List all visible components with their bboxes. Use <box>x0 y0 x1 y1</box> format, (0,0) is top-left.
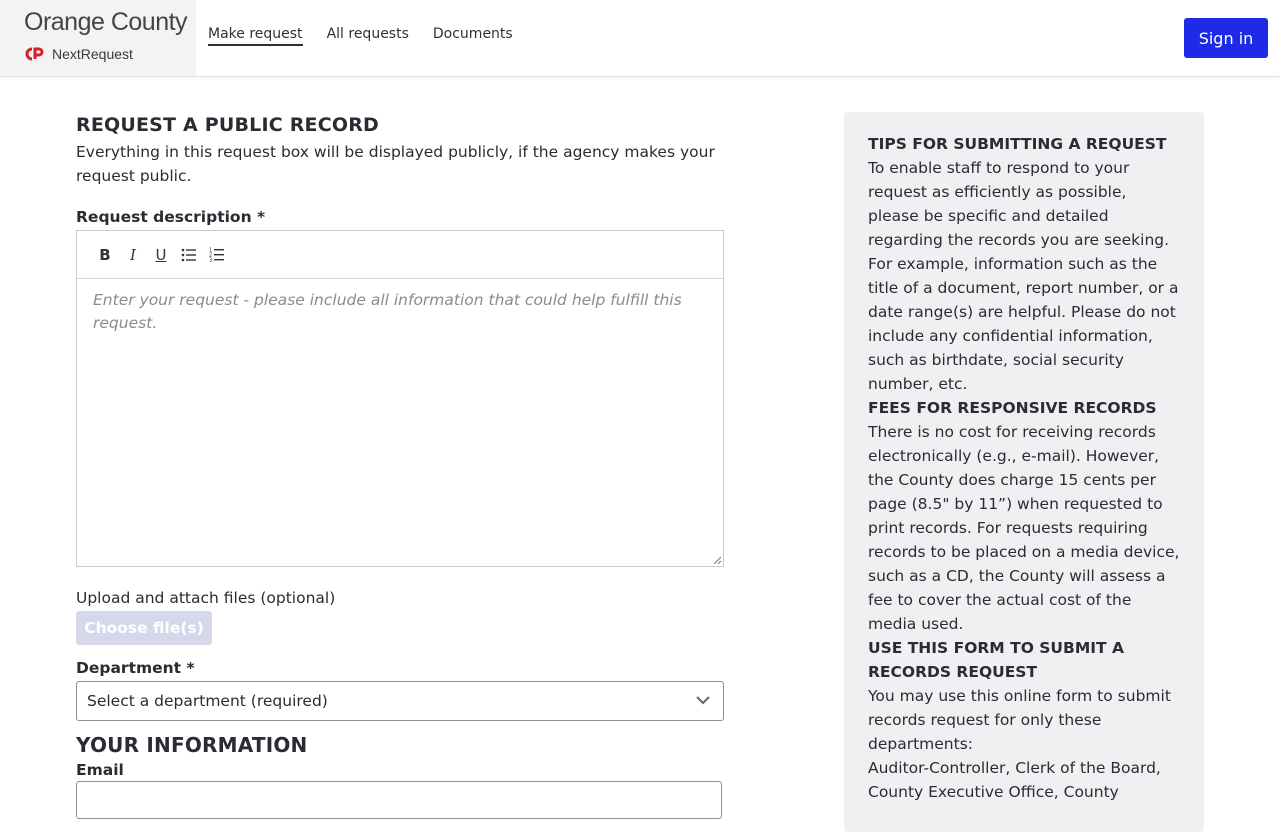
top-header: Orange County NextRequest Make request A… <box>0 0 1280 77</box>
request-description-label: Request description * <box>76 208 266 226</box>
fees-body: There is no cost for receiving records e… <box>868 423 1180 633</box>
agency-name: Orange County <box>24 8 188 36</box>
numbered-list-icon[interactable]: 1 2 3 <box>203 241 231 269</box>
italic-icon[interactable]: I <box>119 241 147 269</box>
request-description-editor: B I U 1 2 3 Enter your request - please … <box>76 230 724 567</box>
nav-documents[interactable]: Documents <box>433 26 513 46</box>
brand-block[interactable]: Orange County NextRequest <box>0 0 196 76</box>
departments-list-text: Auditor-Controller, Clerk of the Board, … <box>868 759 1161 801</box>
page-subtitle: Everything in this request box will be d… <box>76 143 715 185</box>
your-information-heading: YOUR INFORMATION <box>76 733 308 757</box>
tips-panel: TIPS FOR SUBMITTING A REQUEST To enable … <box>844 112 1204 832</box>
product-name: NextRequest <box>52 46 133 62</box>
resize-handle-icon[interactable] <box>713 556 721 564</box>
sign-in-button[interactable]: Sign in <box>1184 18 1268 58</box>
page-title: REQUEST A PUBLIC RECORD <box>76 114 380 136</box>
bold-icon[interactable]: B <box>91 241 119 269</box>
underline-icon[interactable]: U <box>147 241 175 269</box>
use-form-heading: USE THIS FORM TO SUBMIT A RECORDS REQUES… <box>868 639 1124 681</box>
email-label: Email <box>76 761 124 779</box>
main-nav: Make request All requests Documents <box>208 26 537 46</box>
use-form-body: You may use this online form to submit r… <box>868 687 1171 753</box>
product-brand: NextRequest <box>24 44 133 64</box>
nav-all-requests[interactable]: All requests <box>327 26 409 46</box>
bullet-list-icon[interactable] <box>175 241 203 269</box>
request-description-input[interactable]: Enter your request - please include all … <box>77 279 723 345</box>
tips-body: To enable staff to respond to your reque… <box>868 159 1179 393</box>
nextrequest-logo-icon <box>25 47 44 61</box>
tips-heading: TIPS FOR SUBMITTING A REQUEST <box>868 135 1167 153</box>
choose-files-button[interactable]: Choose file(s) <box>76 611 212 645</box>
department-selected-value: Select a department (required) <box>87 692 328 710</box>
nav-make-request[interactable]: Make request <box>208 26 303 46</box>
upload-label: Upload and attach files (optional) <box>76 589 336 607</box>
editor-toolbar: B I U 1 2 3 <box>77 231 723 279</box>
email-field[interactable] <box>76 781 722 819</box>
department-select[interactable]: Select a department (required) <box>76 681 724 721</box>
svg-text:3: 3 <box>209 258 212 263</box>
request-form: REQUEST A PUBLIC RECORD Everything in th… <box>76 114 724 819</box>
fees-heading: FEES FOR RESPONSIVE RECORDS <box>868 399 1157 417</box>
chevron-down-icon <box>696 696 710 705</box>
department-label: Department * <box>76 659 195 677</box>
